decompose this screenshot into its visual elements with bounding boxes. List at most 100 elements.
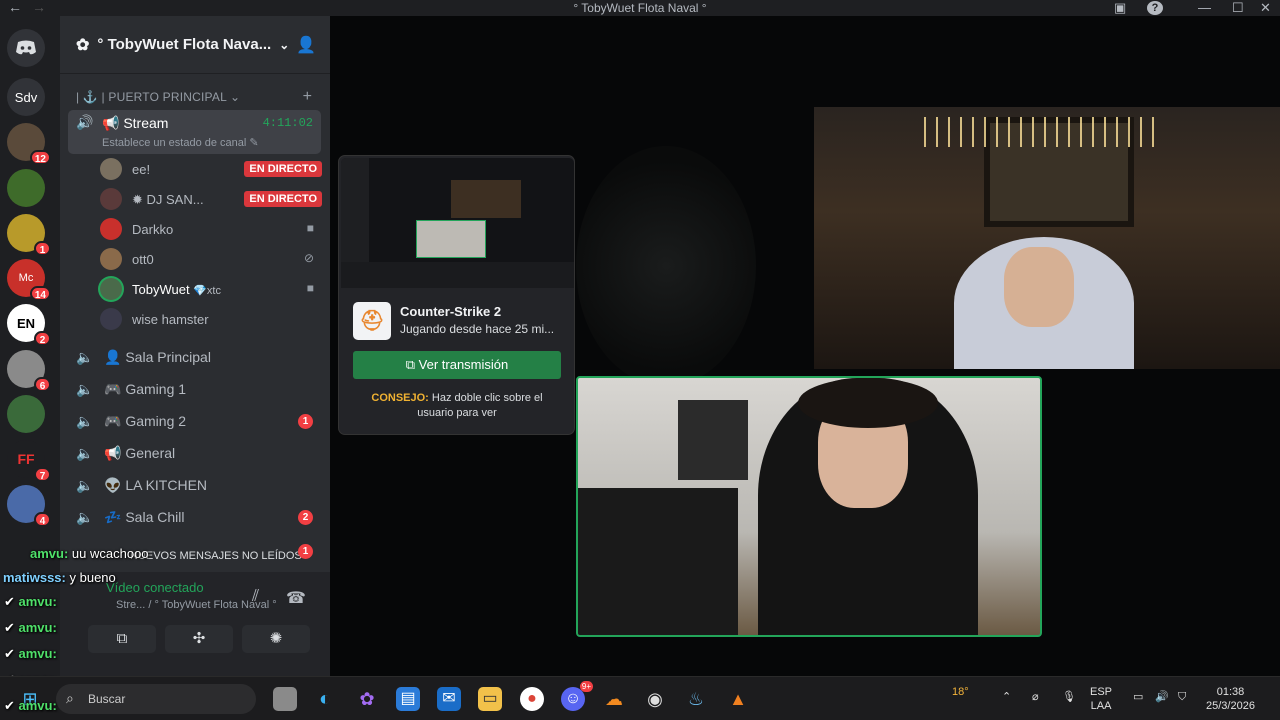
watch-stream-button[interactable]: ⧉ Ver transmisión [353,351,561,379]
video-tile-focused[interactable] [576,376,1042,637]
live-badge: EN DIRECTO [244,191,322,207]
camera-icon: ■ [306,281,314,295]
search-input[interactable]: ⌕ Buscar [56,684,256,714]
channel-status[interactable]: Establece un estado de canal ✎ [102,136,259,149]
steam-icon[interactable]: ♨ [684,687,708,711]
speaker-icon: 🔈 [76,445,94,461]
voice-channel-stream[interactable]: 🔊 📢 Stream 4:11:02 Establece un estado d… [68,110,321,154]
close-button[interactable]: ✕ [1260,0,1271,16]
chevron-up-icon[interactable]: ⌃ [1002,690,1011,704]
voice-user[interactable]: wise hamster [100,306,322,334]
chat-line: ✔ amvu: [4,620,57,635]
server-icon[interactable] [7,395,45,433]
voice-channel[interactable]: 🔈 👤 Sala Principal [68,342,321,372]
speaker-icon: 🔈 [76,477,94,493]
server-icon[interactable]: 4 [7,485,51,527]
server-badge: 2 [34,331,51,346]
weather-widget[interactable]: 18° [952,685,969,699]
disconnect-icon[interactable]: ☎ [286,588,306,608]
share-screen-button[interactable]: ⧉ [88,625,156,653]
server-icon[interactable]: 1 [7,214,51,256]
cloud-app-icon[interactable]: ☁ [602,687,626,711]
window-title: ° TobyWuet Flota Naval ° [573,1,707,15]
add-channel-icon[interactable]: + [303,88,312,106]
discord-taskbar-icon[interactable]: ☺ 9+ [561,681,593,711]
user-name: Darkko [132,222,174,237]
server-icon[interactable]: FF 7 [7,440,51,482]
voice-channel[interactable]: 🔈 👽 LA KITCHEN [68,470,321,500]
server-icon[interactable]: 12 [7,123,51,165]
chat-line: ✔ amvu: [4,594,57,609]
voice-user[interactable]: ✹ DJ SAN... ⊘ EN DIRECTO [100,186,322,214]
obs-icon[interactable]: ◉ [643,687,667,711]
face-shape [1004,247,1074,327]
chat-line: matiwsss: y bueno [3,570,116,585]
file-explorer-icon[interactable]: ▭ [478,687,502,711]
server-icon[interactable]: Mc 14 [7,259,51,301]
store-icon[interactable]: ▤ [396,687,420,711]
server-name: ° TobyWuet Flota Nava... [97,36,272,53]
minimize-button[interactable]: — [1198,0,1211,16]
server-header[interactable]: ✿ ° TobyWuet Flota Nava... ⌄ 👤 [60,16,330,74]
voice-user[interactable]: ott0 ⊘ [100,246,322,274]
server-icon[interactable]: Sdv [7,78,45,116]
thumb-bar [341,262,574,288]
voice-user[interactable]: TobyWuet 💎xtc ■ [100,276,322,304]
stream-thumbnail[interactable] [341,158,574,288]
ambient-video-background [576,146,756,386]
display-icon[interactable]: ▭ [1133,690,1143,704]
maximize-button[interactable]: ☐ [1232,0,1244,16]
server-icon[interactable]: EN 2 [7,304,51,346]
thumb-tile [451,180,521,218]
unread-messages-banner[interactable]: NUEVOS MENSAJES NO LEÍDOS [130,550,302,562]
avatar [100,218,122,240]
chrome-icon[interactable]: ● [520,687,544,711]
user-name: ee! [132,162,151,177]
video-tile[interactable] [814,107,1280,369]
clock[interactable]: 01:38 25/3/2026 [1206,685,1255,713]
vlc-icon[interactable]: ▲ [726,687,750,711]
voice-user[interactable]: ee! ■ EN DIRECTO [100,156,322,184]
activities-button[interactable]: ✣ [165,625,233,653]
voice-status[interactable]: Vídeo conectado [106,580,204,595]
help-icon[interactable]: ? [1147,1,1163,15]
mic-icon[interactable]: 🎙 [1062,690,1076,704]
outlook-icon[interactable]: ✉ [437,687,461,711]
category-header[interactable]: | ⚓ | PUERTO PRINCIPAL ⌄ [76,90,240,104]
invite-icon[interactable]: 👤 [296,35,316,55]
avatar [100,248,122,270]
copilot-icon[interactable]: ✿ [355,687,379,711]
thumb-tile [416,220,486,258]
edge-icon[interactable]: ◐ [313,687,337,711]
server-badge: 4 [34,512,51,527]
task-view-icon[interactable] [273,687,297,711]
voice-channel[interactable]: 🔈 📢 General [68,438,321,468]
volume-icon[interactable]: 🔊 [1155,690,1169,704]
language-indicator[interactable]: ESP LAA [1090,685,1112,713]
user-name: ✹ DJ SAN... [132,192,204,207]
network-icon[interactable]: ⌀ [1032,690,1039,704]
inbox-icon[interactable]: ▣ [1114,0,1126,16]
user-name: TobyWuet 💎xtc [132,282,221,297]
voice-channel[interactable]: 🔈 🎮 Gaming 1 [68,374,321,404]
unread-count: 2 [298,510,313,525]
bed-shape [578,488,738,635]
voice-user[interactable]: Darkko ■ [100,216,322,244]
channel-name: 👽 LA KITCHEN [104,477,208,493]
battery-icon[interactable]: ⛉ [1178,690,1186,704]
channel-name: 📢 Stream [102,115,169,131]
noise-suppression-icon[interactable]: ⫽ [252,588,259,606]
discord-home-icon[interactable] [7,29,45,67]
search-icon: ⌕ [66,690,74,706]
server-icon[interactable]: 6 [7,350,51,392]
hair-shape [798,378,938,428]
server-badge: 12 [29,150,51,165]
user-name: ott0 [132,252,154,267]
call-duration: 4:11:02 [262,116,313,130]
soundboard-button[interactable]: ✺ [242,625,310,653]
title-bar: ← → ° TobyWuet Flota Naval ° ▣ ? — ☐ ✕ [0,0,1280,16]
server-icon[interactable] [7,169,45,207]
voice-channel[interactable]: 🔈 🎮 Gaming 2 1 [68,406,321,436]
voice-channel[interactable]: 🔈 💤 Sala Chill 2 [68,502,321,532]
stream-preview-popup: ⛑ Counter-Strike 2 Jugando desde hace 25… [338,155,575,435]
